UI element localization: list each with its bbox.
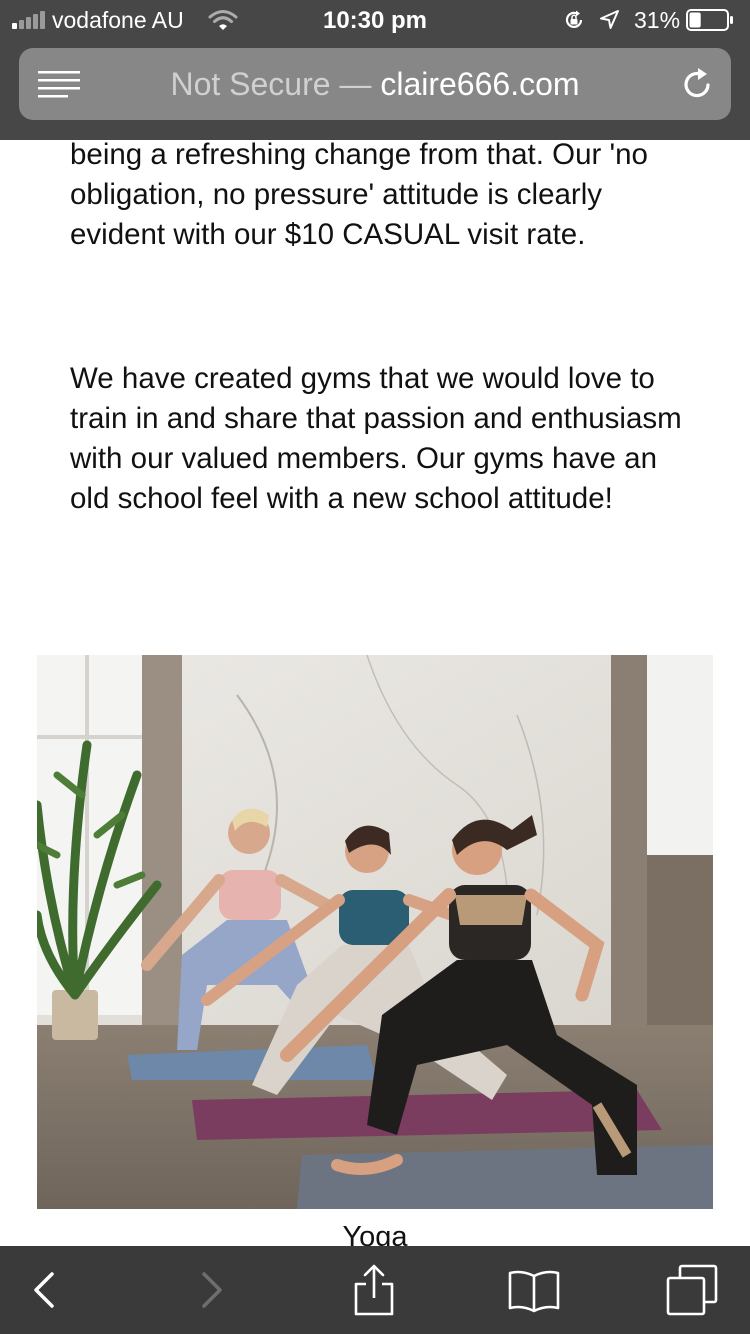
tabs-icon[interactable] — [666, 1264, 718, 1316]
browser-toolbar — [0, 1246, 750, 1334]
image-caption: Yoga — [342, 1221, 408, 1246]
reader-view-icon[interactable] — [38, 69, 80, 101]
url-display[interactable]: Not Secure — claire666.com — [99, 66, 651, 103]
battery-icon — [686, 9, 733, 31]
url-separator: — — [330, 66, 381, 102]
rotation-lock-icon — [565, 10, 583, 29]
about-paragraph: We have created gyms that we would love … — [70, 362, 682, 515]
browser-top-chrome: vodafone AU 10:30 pm 31% Not Secure — cl… — [0, 0, 750, 140]
location-arrow-icon — [600, 10, 619, 29]
url-domain: claire666.com — [380, 66, 580, 102]
intro-paragraph: being a refreshing change from that. Our… — [70, 140, 648, 251]
forward-icon[interactable] — [186, 1264, 238, 1316]
reload-icon[interactable] — [679, 66, 715, 102]
share-icon[interactable] — [348, 1264, 400, 1316]
address-bar[interactable]: Not Secure — claire666.com — [19, 48, 731, 120]
not-secure-label: Not Secure — [170, 66, 331, 102]
bookmarks-icon[interactable] — [508, 1264, 560, 1316]
back-icon[interactable] — [18, 1264, 70, 1316]
status-bar: vodafone AU 10:30 pm 31% — [0, 0, 750, 42]
battery-percentage: 31% — [634, 7, 681, 33]
yoga-illustration — [37, 655, 713, 1209]
page-content: being a refreshing change from that. Our… — [0, 140, 750, 1246]
yoga-photo — [37, 655, 713, 1209]
